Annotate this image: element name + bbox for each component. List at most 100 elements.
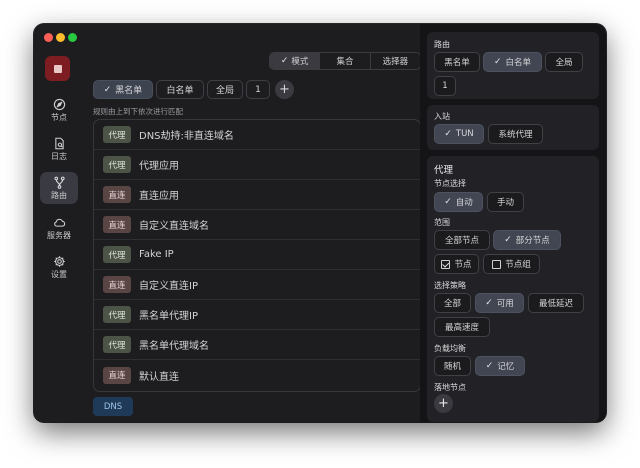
direct-tag: 直连 <box>103 216 131 233</box>
sidebar-item-routing[interactable]: 路由 <box>40 172 78 204</box>
sidebar-item-label: 路由 <box>51 191 67 200</box>
check-icon: ✓ <box>485 361 494 371</box>
filter-blacklist[interactable]: ✓ 黑名单 <box>93 80 153 99</box>
scope-node-group-checkbox[interactable]: 节点组 <box>483 254 540 274</box>
chip-label: 部分节点 <box>515 236 550 246</box>
chip-label: 白名单 <box>166 86 194 96</box>
proxy-card: 代理 节点选择 ✓ 自动 手动 范围 全部节点 ✓ 部分节点 节点 节点组 选择策略… <box>427 156 599 422</box>
strategy-available[interactable]: ✓ 可用 <box>475 293 524 313</box>
rule-name: 黑名单代理IP <box>139 311 198 322</box>
node-select-auto[interactable]: ✓ 自动 <box>434 192 483 212</box>
proxy-tag: 代理 <box>103 246 131 263</box>
proxy-title: 代理 <box>434 165 454 176</box>
routing-whitelist[interactable]: ✓ 白名单 <box>483 52 542 72</box>
dns-button[interactable]: DNS <box>93 397 133 416</box>
list-item[interactable]: 代理 黑名单代理IP <box>94 300 420 330</box>
scope-partial-nodes[interactable]: ✓ 部分节点 <box>493 230 561 250</box>
direct-tag: 直连 <box>103 366 131 384</box>
check-icon: ✓ <box>103 84 112 95</box>
chip-label: 自动 <box>455 198 473 208</box>
list-item[interactable]: 直连 自定义直连域名 <box>94 210 420 240</box>
tab-label: 集合 <box>336 57 354 67</box>
inbound-tun[interactable]: ✓ TUN <box>434 124 484 144</box>
rule-name: 自定义直连IP <box>139 281 198 292</box>
tab-selector[interactable]: 选择器 <box>371 53 420 69</box>
add-landing-node-button[interactable]: + <box>434 394 453 413</box>
scope-node-checkbox[interactable]: 节点 <box>434 254 479 274</box>
check-icon: ✓ <box>444 197 452 207</box>
tab-label: 选择器 <box>382 57 409 67</box>
inbound-system-proxy[interactable]: 系统代理 <box>488 124 543 144</box>
check-icon: ✓ <box>280 56 289 66</box>
list-item[interactable]: 直连 自定义直连IP <box>94 270 420 300</box>
list-item[interactable]: 直连 默认直连 <box>94 360 420 390</box>
list-item[interactable]: 代理 DNS劫持:非直连域名 <box>94 120 420 150</box>
chip-label: 手动 <box>496 198 514 208</box>
list-item[interactable]: 代理 Fake IP <box>94 240 420 270</box>
proxy-tag: 代理 <box>103 156 131 173</box>
chip-label: 可用 <box>496 299 514 309</box>
routing-card: 路由 黑名单 ✓ 白名单 全局 1 <box>427 32 599 99</box>
chip-label: 最高速度 <box>444 323 479 333</box>
list-item[interactable]: 代理 代理应用 <box>94 150 420 180</box>
check-icon: ✓ <box>444 129 452 139</box>
list-item[interactable]: 代理 黑名单代理域名 <box>94 330 420 360</box>
chip-label: TUN <box>455 129 474 139</box>
chip-label: 黑名单 <box>444 58 470 68</box>
sidebar-item-logs[interactable]: 日志 <box>40 133 78 165</box>
checkbox-unchecked-icon <box>492 259 502 269</box>
rule-name: DNS劫持:非直连域名 <box>139 131 234 142</box>
check-icon: ✓ <box>504 235 512 245</box>
list-item[interactable]: 直连 直连应用 <box>94 180 420 210</box>
routing-custom-1[interactable]: 1 <box>434 76 456 96</box>
add-filter-button[interactable]: + <box>275 80 294 99</box>
filter-global[interactable]: 全局 <box>207 80 243 99</box>
sidebar-item-label: 设置 <box>51 270 67 279</box>
checkbox-checked-icon <box>441 259 451 269</box>
proxy-tag: 代理 <box>103 336 131 353</box>
filter-custom-1[interactable]: 1 <box>246 80 270 99</box>
routing-title: 路由 <box>434 40 450 49</box>
chip-label: 1 <box>442 81 448 91</box>
strategy-all[interactable]: 全部 <box>434 293 471 313</box>
filter-whitelist[interactable]: 白名单 <box>156 80 204 99</box>
route-fork-icon <box>53 176 65 189</box>
app-window: 节点 日志 路由 服务器 设置 ✓ 模式 集合 选择器 ✓ 黑名单 白名单 全局… <box>34 24 606 422</box>
chip-label: 白名单 <box>505 58 532 68</box>
gear-icon <box>53 256 65 267</box>
check-icon: ✓ <box>493 57 502 67</box>
rule-name: 代理应用 <box>139 161 179 172</box>
log-file-icon <box>54 137 64 150</box>
load-balance-random[interactable]: 随机 <box>434 356 471 376</box>
rule-name: 自定义直连域名 <box>139 221 209 232</box>
proxy-tag: 代理 <box>103 306 131 323</box>
inbound-card: 入站 ✓ TUN 系统代理 <box>427 105 599 150</box>
routing-global[interactable]: 全局 <box>545 52 583 72</box>
direct-tag: 直连 <box>103 276 131 293</box>
chip-label: 1 <box>255 84 261 95</box>
scope-all-nodes[interactable]: 全部节点 <box>434 230 490 250</box>
node-select-label: 节点选择 <box>434 179 466 188</box>
sidebar-item-servers[interactable]: 服务器 <box>40 212 78 244</box>
tab-mode[interactable]: ✓ 模式 <box>270 53 321 69</box>
landing-node-label: 落地节点 <box>434 383 466 392</box>
node-select-manual[interactable]: 手动 <box>487 192 524 212</box>
routing-blacklist[interactable]: 黑名单 <box>434 52 480 72</box>
settings-panel: 路由 黑名单 ✓ 白名单 全局 1 入站 ✓ TUN 系统代理 代理 节点选择 ✓ 自… <box>420 24 606 422</box>
strategy-label: 选择策略 <box>434 281 466 290</box>
chip-label: 全局 <box>215 86 234 96</box>
sidebar-item-settings[interactable]: 设置 <box>40 251 78 283</box>
sidebar-item-label: 日志 <box>51 152 67 161</box>
rule-name: 黑名单代理域名 <box>139 341 209 352</box>
strategy-lowest-latency[interactable]: 最低延迟 <box>528 293 584 313</box>
strategy-highest-speed[interactable]: 最高速度 <box>434 317 490 337</box>
load-balance-memory[interactable]: ✓ 记忆 <box>475 356 525 376</box>
tab-collection[interactable]: 集合 <box>320 53 371 69</box>
direct-tag: 直连 <box>103 186 131 203</box>
sidebar-item-nodes[interactable]: 节点 <box>40 94 78 126</box>
chip-label: 系统代理 <box>498 130 533 140</box>
chip-label: 随机 <box>443 362 461 372</box>
rule-name: 默认直连 <box>139 371 179 383</box>
sidebar: 节点 日志 路由 服务器 设置 <box>34 24 84 422</box>
rules-list: 代理 DNS劫持:非直连域名 代理 代理应用 直连 直连应用 直连 自定义直连域名 代理… <box>93 119 421 392</box>
